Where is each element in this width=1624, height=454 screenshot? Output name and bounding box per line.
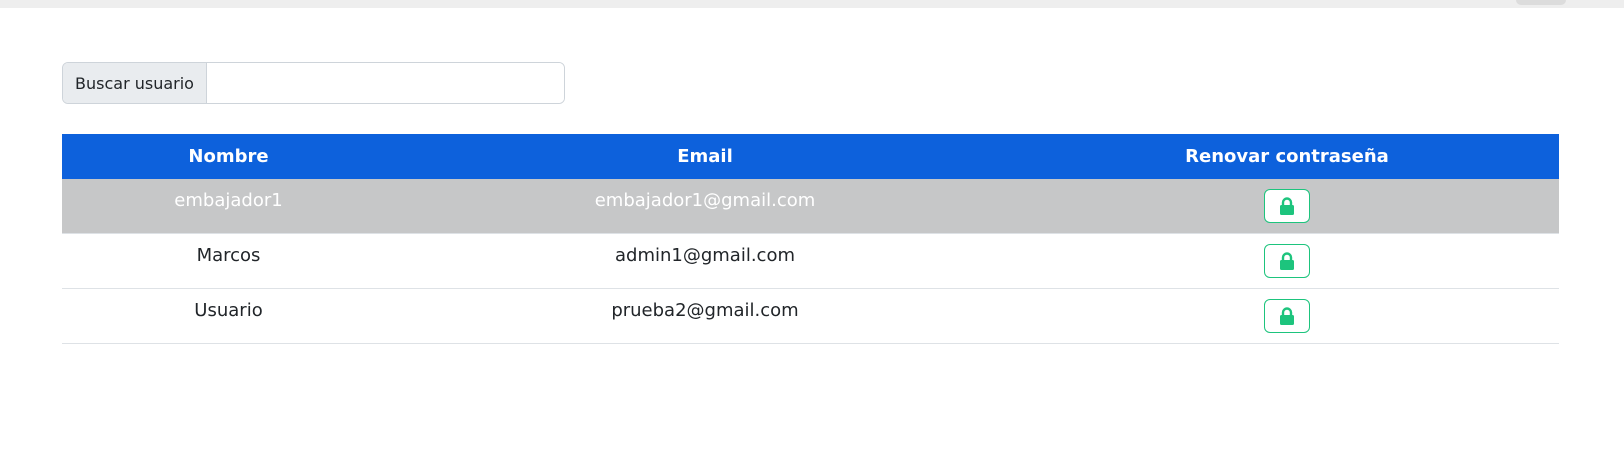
lock-icon <box>1280 197 1294 215</box>
row-action-cell <box>1015 288 1559 344</box>
renew-password-button[interactable] <box>1264 244 1310 278</box>
row-email-cell: embajador1@gmail.com <box>395 179 1015 234</box>
row-name: embajador1 <box>174 189 283 211</box>
browser-top-strip <box>0 0 1624 8</box>
table-header-row: Nombre Email Renovar contraseña <box>62 134 1559 179</box>
lock-icon <box>1280 252 1294 270</box>
row-email: admin1@gmail.com <box>614 244 795 266</box>
lock-icon <box>1280 307 1294 325</box>
table-row[interactable]: embajador1 embajador1@gmail.com <box>62 179 1559 234</box>
header-renew-password: Renovar contraseña <box>1185 146 1389 167</box>
row-name-cell: Usuario <box>62 288 395 344</box>
scroll-handle[interactable] <box>1516 0 1566 5</box>
row-email: embajador1@gmail.com <box>594 189 816 211</box>
header-name: Nombre <box>188 146 269 167</box>
row-action-cell <box>1015 233 1559 289</box>
table-row[interactable]: Marcos admin1@gmail.com <box>62 233 1559 289</box>
users-table: Nombre Email Renovar contraseña embajado… <box>62 134 1559 344</box>
row-name: Marcos <box>196 244 261 266</box>
row-name: Usuario <box>194 299 263 321</box>
row-email-cell: prueba2@gmail.com <box>395 288 1015 344</box>
renew-password-button[interactable] <box>1264 189 1310 223</box>
row-action-cell <box>1015 179 1559 234</box>
renew-password-button[interactable] <box>1264 299 1310 333</box>
row-email: prueba2@gmail.com <box>611 299 799 321</box>
search-user-label: Buscar usuario <box>63 63 207 103</box>
search-user-input[interactable] <box>207 63 564 103</box>
row-name-cell: Marcos <box>62 233 395 289</box>
table-row[interactable]: Usuario prueba2@gmail.com <box>62 288 1559 344</box>
search-user-group: Buscar usuario <box>62 62 565 104</box>
row-email-cell: admin1@gmail.com <box>395 233 1015 289</box>
row-name-cell: embajador1 <box>62 179 395 234</box>
header-email: Email <box>677 146 733 167</box>
